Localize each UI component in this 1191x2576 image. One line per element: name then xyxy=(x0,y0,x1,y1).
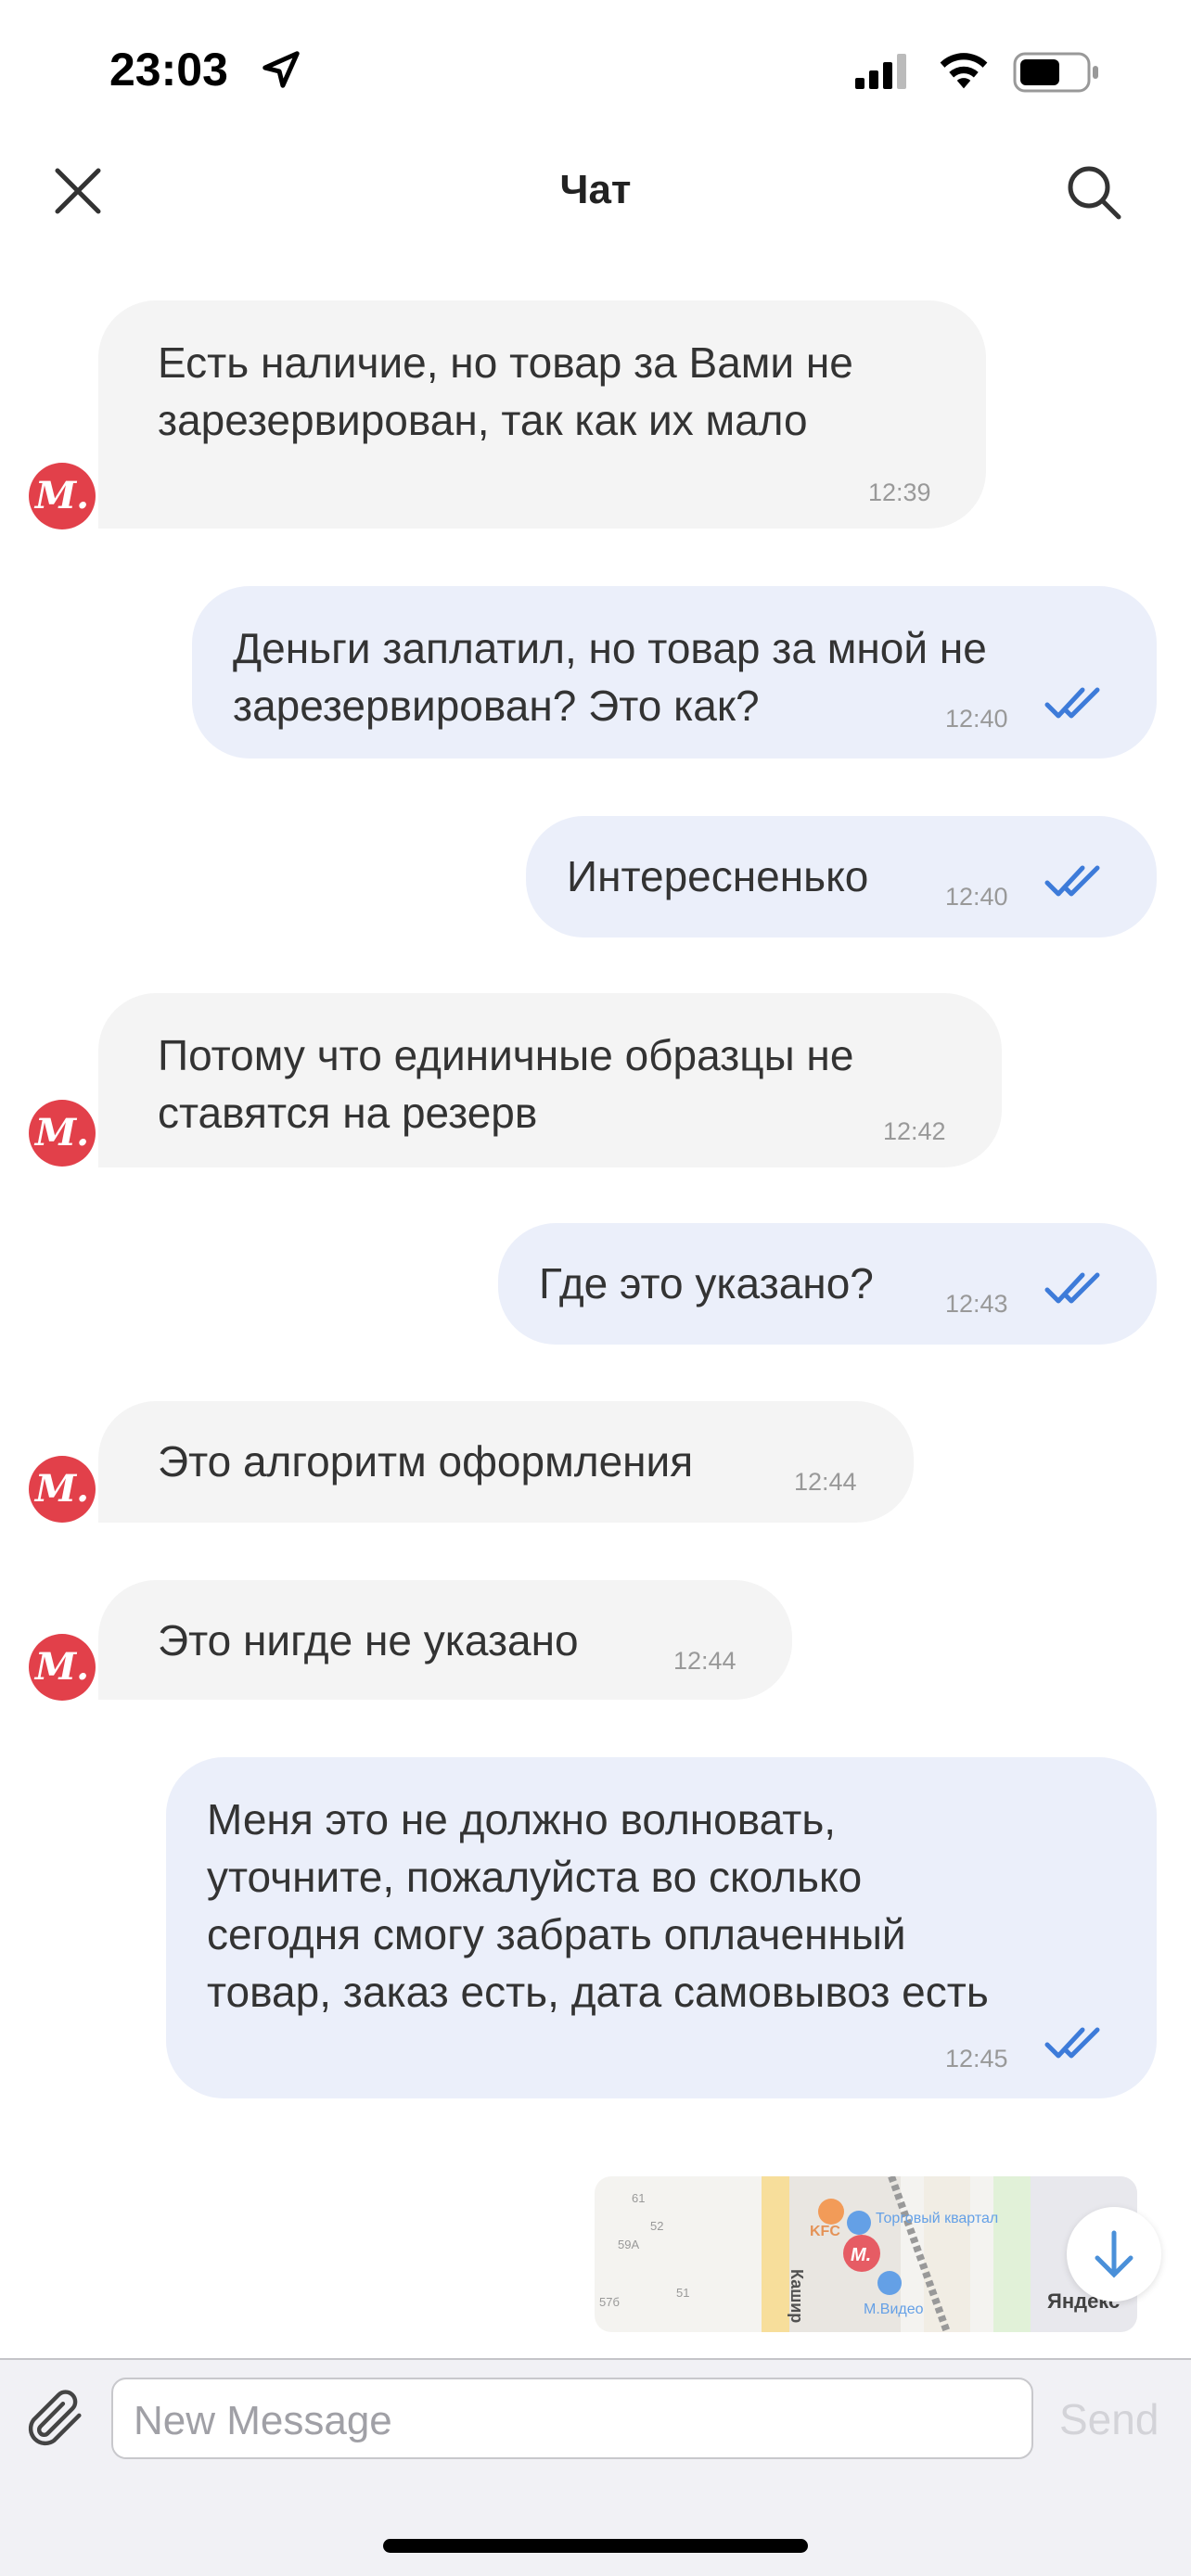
incoming-message[interactable]: Есть наличие, но товар за Вами не зарезе… xyxy=(98,300,986,529)
message-text: Это нигде не указано xyxy=(158,1616,579,1664)
message-text: Меня это не должно волновать, уточните, … xyxy=(207,1795,989,2016)
message-time: 12:40 xyxy=(945,705,1008,733)
message-text: Деньги заплатил, но товар за мной не зар… xyxy=(233,624,987,730)
scroll-down-button[interactable] xyxy=(1067,2207,1161,2302)
message-time: 12:40 xyxy=(945,883,1008,911)
message-time: 12:44 xyxy=(673,1647,736,1675)
outgoing-message[interactable]: Где это указано? 12:43 xyxy=(498,1223,1157,1345)
message-time: 12:44 xyxy=(794,1468,857,1496)
map-label: 51 xyxy=(676,2286,689,2300)
message-text: Есть наличие, но товар за Вами не зарезе… xyxy=(158,338,853,444)
double-check-icon xyxy=(1044,1272,1100,1304)
map-label: KFC xyxy=(810,2224,840,2239)
outgoing-message[interactable]: Интересненько 12:40 xyxy=(526,816,1157,937)
arrow-down-icon xyxy=(1095,2230,1133,2278)
map-label: Кашир xyxy=(788,2269,806,2323)
message-text: Где это указано? xyxy=(539,1259,874,1307)
signal-icon xyxy=(855,54,906,89)
message-text: Интересненько xyxy=(567,852,869,900)
message-input-placeholder: New Message xyxy=(134,2398,392,2443)
status-time: 23:03 xyxy=(109,44,228,96)
message-time: 12:42 xyxy=(883,1117,946,1145)
double-check-icon xyxy=(1044,687,1100,719)
map-label: 57б xyxy=(599,2295,620,2309)
outgoing-message[interactable]: Деньги заплатил, но товар за мной не зар… xyxy=(192,586,1157,759)
message-input[interactable]: New Message xyxy=(111,2378,1033,2459)
map-attachment[interactable]: KFC Торговый квартал М. М.Видео Кашир Ян… xyxy=(595,2176,1137,2332)
outgoing-message[interactable]: Меня это не должно волновать, уточните, … xyxy=(166,1757,1157,2098)
message-text: Это алгоритм оформления xyxy=(158,1437,694,1486)
message-time: 12:45 xyxy=(945,2045,1008,2072)
map-label: Торговый квартал xyxy=(876,2211,998,2226)
avatar: М. xyxy=(29,1100,96,1167)
search-icon[interactable] xyxy=(1065,163,1124,223)
avatar: М. xyxy=(29,1456,96,1523)
message-time: 12:43 xyxy=(945,1290,1008,1318)
battery-icon xyxy=(1013,52,1098,93)
home-indicator xyxy=(383,2539,808,2553)
send-button[interactable]: Send xyxy=(1059,2394,1159,2444)
incoming-message[interactable]: Это нигде не указано 12:44 xyxy=(98,1580,792,1700)
double-check-icon xyxy=(1044,2027,1100,2059)
incoming-message[interactable]: Это алгоритм оформления 12:44 xyxy=(98,1401,914,1523)
map-label: 61 xyxy=(632,2191,645,2205)
incoming-message[interactable]: Потому что единичные образцы не ставятся… xyxy=(98,993,1002,1167)
map-label: 59А xyxy=(618,2238,639,2251)
location-arrow-icon xyxy=(263,51,300,88)
map-image: KFC Торговый квартал М. М.Видео Кашир Ян… xyxy=(599,2176,1137,2332)
map-label: 52 xyxy=(650,2219,663,2233)
avatar: М. xyxy=(29,463,96,529)
map-label: М.Видео xyxy=(864,2302,924,2317)
message-text: Потому что единичные образцы не ставятся… xyxy=(158,1031,854,1137)
avatar: М. xyxy=(29,1634,96,1701)
paperclip-icon[interactable] xyxy=(20,2383,91,2454)
wifi-icon xyxy=(940,53,988,89)
page-title: Чат xyxy=(559,167,632,212)
double-check-icon xyxy=(1044,865,1100,897)
map-label: М. xyxy=(851,2245,871,2265)
message-time: 12:39 xyxy=(868,478,931,506)
